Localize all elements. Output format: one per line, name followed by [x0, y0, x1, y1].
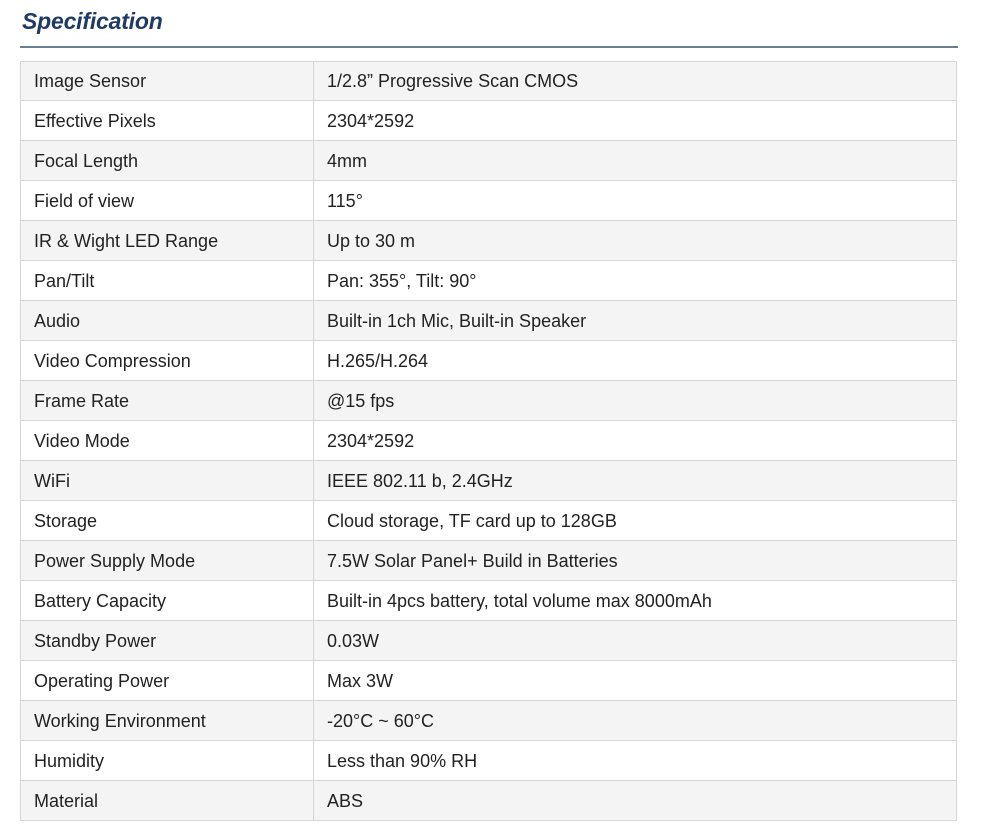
- table-row: Focal Length 4mm: [20, 140, 957, 181]
- spec-label: Storage: [20, 500, 314, 541]
- table-row: Video Compression H.265/H.264: [20, 340, 957, 381]
- spec-value: 2304*2592: [313, 100, 957, 141]
- table-row: Audio Built-in 1ch Mic, Built-in Speaker: [20, 300, 957, 341]
- spec-value: 2304*2592: [313, 420, 957, 461]
- spec-value: 4mm: [313, 140, 957, 181]
- table-row: IR & Wight LED Range Up to 30 m: [20, 220, 957, 261]
- table-row: Storage Cloud storage, TF card up to 128…: [20, 500, 957, 541]
- spec-value: -20°C ~ 60°C: [313, 700, 957, 741]
- table-row: Battery Capacity Built-in 4pcs battery, …: [20, 580, 957, 621]
- spec-label: Working Environment: [20, 700, 314, 741]
- table-row: Power Supply Mode 7.5W Solar Panel+ Buil…: [20, 540, 957, 581]
- table-row: Image Sensor 1/2.8” Progressive Scan CMO…: [20, 61, 957, 101]
- table-row: Material ABS: [20, 780, 957, 821]
- table-row: Video Mode 2304*2592: [20, 420, 957, 461]
- spec-label: WiFi: [20, 460, 314, 501]
- spec-value: H.265/H.264: [313, 340, 957, 381]
- spec-label: Video Compression: [20, 340, 314, 381]
- spec-label: Frame Rate: [20, 380, 314, 421]
- spec-label: Video Mode: [20, 420, 314, 461]
- table-row: Humidity Less than 90% RH: [20, 740, 957, 781]
- spec-label: IR & Wight LED Range: [20, 220, 314, 261]
- spec-label: Field of view: [20, 180, 314, 221]
- table-row: Field of view 115°: [20, 180, 957, 221]
- table-row: Working Environment -20°C ~ 60°C: [20, 700, 957, 741]
- spec-label: Audio: [20, 300, 314, 341]
- table-row: Effective Pixels 2304*2592: [20, 100, 957, 141]
- spec-value: @15 fps: [313, 380, 957, 421]
- spec-value: 115°: [313, 180, 957, 221]
- spec-label: Humidity: [20, 740, 314, 781]
- spec-value: Less than 90% RH: [313, 740, 957, 781]
- spec-value: Max 3W: [313, 660, 957, 701]
- page-title: Specification: [22, 8, 163, 34]
- title-divider: [20, 46, 958, 48]
- spec-value: 7.5W Solar Panel+ Build in Batteries: [313, 540, 957, 581]
- spec-label: Power Supply Mode: [20, 540, 314, 581]
- specification-table: Image Sensor 1/2.8” Progressive Scan CMO…: [20, 61, 957, 821]
- spec-value: Built-in 4pcs battery, total volume max …: [313, 580, 957, 621]
- spec-value: IEEE 802.11 b, 2.4GHz: [313, 460, 957, 501]
- spec-label: Battery Capacity: [20, 580, 314, 621]
- table-row: Frame Rate @15 fps: [20, 380, 957, 421]
- spec-label: Standby Power: [20, 620, 314, 661]
- spec-value: Cloud storage, TF card up to 128GB: [313, 500, 957, 541]
- table-row: WiFi IEEE 802.11 b, 2.4GHz: [20, 460, 957, 501]
- spec-label: Material: [20, 780, 314, 821]
- spec-label: Pan/Tilt: [20, 260, 314, 301]
- table-row: Standby Power 0.03W: [20, 620, 957, 661]
- spec-value: 0.03W: [313, 620, 957, 661]
- spec-value: ABS: [313, 780, 957, 821]
- spec-label: Operating Power: [20, 660, 314, 701]
- spec-label: Effective Pixels: [20, 100, 314, 141]
- table-row: Pan/Tilt Pan: 355°, Tilt: 90°: [20, 260, 957, 301]
- spec-value: Up to 30 m: [313, 220, 957, 261]
- spec-value: Built-in 1ch Mic, Built-in Speaker: [313, 300, 957, 341]
- table-row: Operating Power Max 3W: [20, 660, 957, 701]
- spec-value: Pan: 355°, Tilt: 90°: [313, 260, 957, 301]
- spec-label: Image Sensor: [20, 61, 314, 101]
- specification-table-body: Image Sensor 1/2.8” Progressive Scan CMO…: [20, 61, 957, 821]
- spec-label: Focal Length: [20, 140, 314, 181]
- spec-value: 1/2.8” Progressive Scan CMOS: [313, 61, 957, 101]
